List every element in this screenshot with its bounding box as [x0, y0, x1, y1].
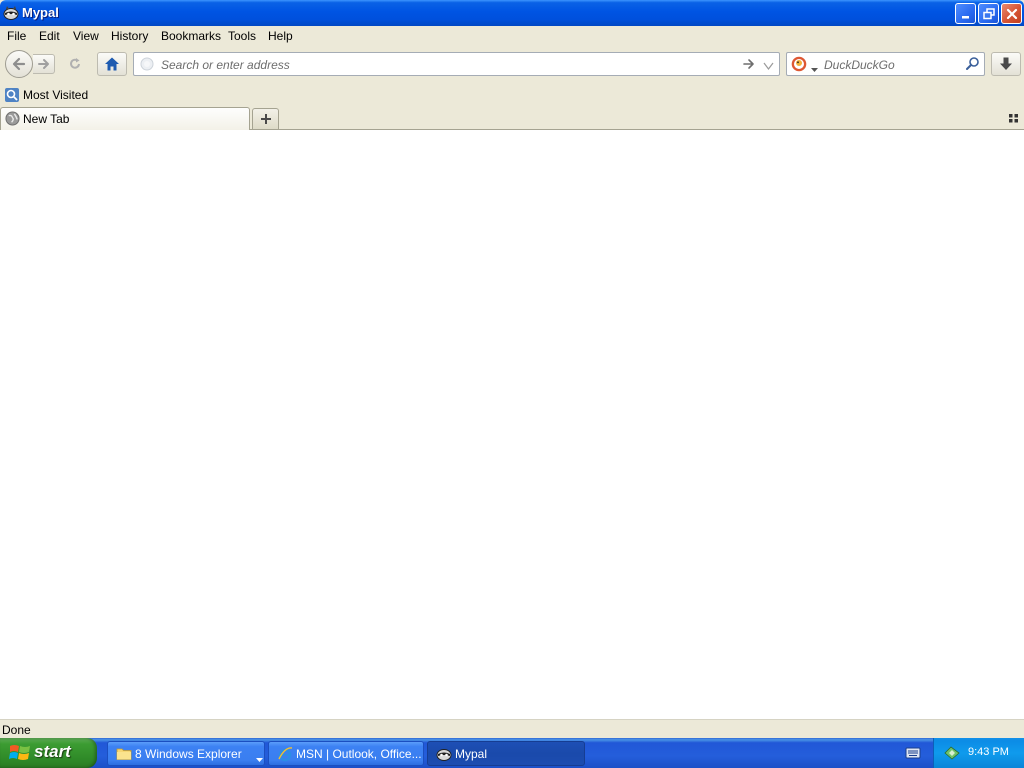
- screen: Mypal File Edit View History Bookmarks T…: [0, 0, 1024, 768]
- site-identity-icon[interactable]: [140, 57, 154, 74]
- new-tab-button[interactable]: [252, 108, 279, 129]
- page-content[interactable]: [0, 130, 1024, 719]
- close-button[interactable]: [1001, 3, 1022, 24]
- title-bar[interactable]: Mypal: [0, 0, 1024, 26]
- menu-help[interactable]: Help: [268, 29, 293, 43]
- tab-new-tab[interactable]: New Tab: [0, 107, 250, 130]
- back-arrow-icon: [12, 57, 26, 71]
- menu-bookmarks[interactable]: Bookmarks: [161, 29, 221, 43]
- menu-history[interactable]: History: [111, 29, 148, 43]
- restore-icon: [982, 7, 995, 19]
- taskbar-item-windows-explorer[interactable]: 8 Windows Explorer: [107, 741, 265, 766]
- downloads-button[interactable]: [991, 52, 1021, 76]
- menu-view[interactable]: View: [73, 29, 99, 43]
- task-label: Mypal: [455, 747, 488, 761]
- clock: 9:43 PM: [968, 746, 1009, 758]
- forward-arrow-icon: [37, 59, 49, 69]
- reload-icon: [70, 58, 80, 69]
- plus-icon: [260, 114, 271, 124]
- tab-label: New Tab: [23, 112, 70, 126]
- taskbar-item-mypal[interactable]: Mypal: [427, 741, 585, 766]
- globe-icon: [5, 111, 20, 129]
- minimize-button[interactable]: [955, 3, 976, 24]
- go-arrow-icon[interactable]: [742, 57, 756, 74]
- folder-icon: [116, 746, 132, 764]
- ie-icon: [277, 746, 293, 765]
- start-button[interactable]: start: [0, 738, 97, 768]
- taskbar: start 8 Windows Explorer MSN | Outlook, …: [0, 738, 1024, 768]
- minimize-icon: [961, 15, 969, 18]
- start-label: start: [34, 742, 71, 761]
- address-bar[interactable]: [133, 52, 780, 76]
- search-bar[interactable]: [786, 52, 985, 76]
- reload-button[interactable]: [64, 54, 86, 74]
- navigation-toolbar: [0, 46, 1024, 84]
- forward-button[interactable]: [33, 54, 55, 74]
- search-icon[interactable]: [965, 56, 980, 74]
- history-dropdown-icon[interactable]: [763, 59, 774, 73]
- restore-button[interactable]: [978, 3, 999, 24]
- windows-flag-icon: [9, 743, 31, 766]
- search-input[interactable]: [822, 55, 961, 75]
- bookmarks-toolbar: Most Visited: [0, 84, 1024, 106]
- home-button[interactable]: [97, 52, 127, 76]
- taskbar-item-msn[interactable]: MSN | Outlook, Office...: [268, 741, 424, 766]
- network-icon[interactable]: [943, 744, 961, 764]
- engine-dropdown-icon[interactable]: [811, 62, 818, 76]
- duckduckgo-icon[interactable]: [791, 56, 807, 75]
- download-icon: [1000, 57, 1012, 70]
- menu-edit[interactable]: Edit: [39, 29, 60, 43]
- all-tabs-button[interactable]: [1008, 112, 1020, 124]
- back-button[interactable]: [5, 50, 33, 78]
- task-label: 8 Windows Explorer: [135, 747, 242, 761]
- task-label: MSN | Outlook, Office...: [296, 747, 422, 761]
- home-icon: [105, 57, 119, 71]
- address-input[interactable]: [159, 55, 733, 75]
- grid-icon: [1009, 114, 1018, 123]
- keyboard-icon[interactable]: [905, 747, 921, 762]
- menu-file[interactable]: File: [7, 29, 26, 43]
- status-bar: Done: [0, 719, 1024, 738]
- bookmark-most-visited[interactable]: Most Visited: [23, 88, 88, 102]
- tab-strip: New Tab: [0, 106, 1024, 130]
- window-title: Mypal: [22, 5, 59, 20]
- close-icon: [1006, 8, 1017, 19]
- system-tray: 9:43 PM: [933, 738, 1024, 768]
- menu-tools[interactable]: Tools: [228, 29, 256, 43]
- most-visited-icon: [4, 87, 20, 106]
- group-dropdown-icon: [256, 752, 263, 766]
- menu-bar: File Edit View History Bookmarks Tools H…: [0, 26, 1024, 46]
- mypal-raccoon-icon: [436, 746, 452, 765]
- mypal-raccoon-icon: [3, 5, 19, 21]
- status-text: Done: [2, 723, 31, 737]
